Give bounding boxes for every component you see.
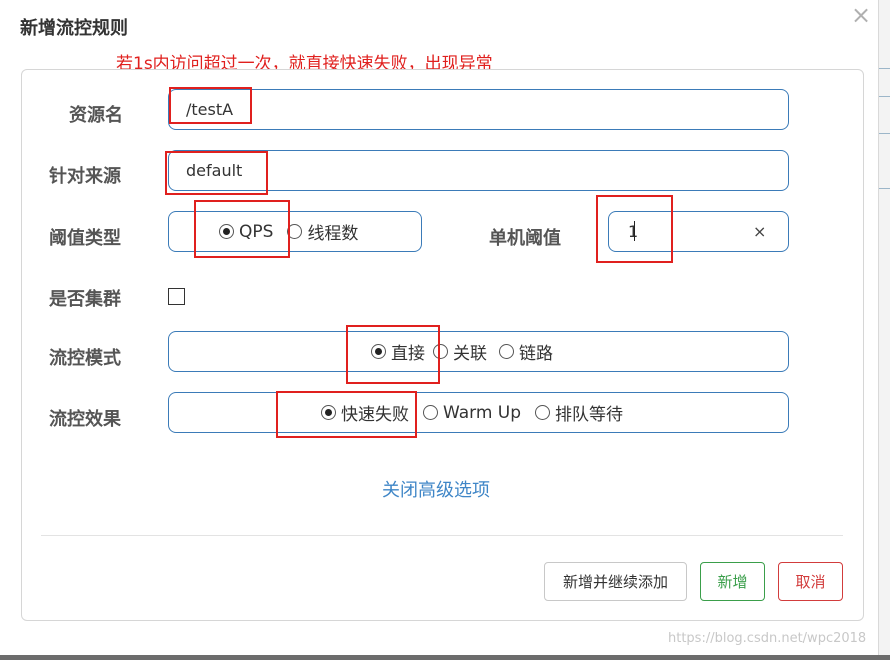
clear-icon[interactable]: ×	[753, 222, 766, 241]
footer-divider	[41, 535, 843, 536]
cluster-checkbox[interactable]	[168, 288, 185, 305]
radio-queue-label: 排队等待	[555, 405, 624, 425]
control-effect-label: 流控效果	[49, 409, 121, 430]
radio-warm-up[interactable]: Warm Up	[423, 403, 521, 423]
cluster-label: 是否集群	[49, 289, 121, 310]
radio-fail-fast-label: 快速失败	[341, 405, 409, 425]
toggle-advanced-link[interactable]: 关闭高级选项	[382, 476, 490, 502]
source-value: default	[186, 161, 243, 180]
threshold-type-group: QPS 线程数	[168, 211, 422, 252]
close-icon[interactable]: ×	[848, 2, 874, 28]
background-divider	[879, 96, 890, 97]
dialog-title: 新增流控规则	[20, 18, 128, 39]
add-and-continue-button[interactable]: 新增并继续添加	[544, 562, 687, 601]
radio-relate-label: 关联	[453, 344, 487, 364]
background-divider	[879, 188, 890, 189]
radio-chain[interactable]: 链路	[499, 339, 553, 364]
radio-qps-dot	[219, 224, 234, 239]
radio-fail-fast[interactable]: 快速失败	[321, 400, 409, 425]
background-divider	[879, 133, 890, 134]
cancel-button[interactable]: 取消	[778, 562, 843, 601]
radio-direct-label: 直接	[391, 344, 425, 364]
resource-input[interactable]: /testA	[168, 89, 789, 130]
background-page-strip	[878, 0, 890, 660]
radio-direct-dot	[371, 344, 386, 359]
source-label: 针对来源	[49, 166, 121, 187]
radio-fail-fast-dot	[321, 405, 336, 420]
control-mode-group: 直接 关联 链路	[168, 331, 789, 372]
radio-warm-up-dot	[423, 405, 438, 420]
resource-value: /testA	[186, 100, 234, 119]
radio-qps-label: QPS	[239, 221, 274, 242]
radio-queue-dot	[535, 405, 551, 420]
radio-queue[interactable]: 排队等待	[535, 400, 623, 425]
radio-threads-label: 线程数	[307, 224, 359, 244]
control-mode-label: 流控模式	[49, 348, 121, 369]
single-threshold-label: 单机阈值	[489, 228, 561, 249]
radio-threads-dot	[287, 224, 303, 239]
radio-direct[interactable]: 直接	[371, 339, 425, 364]
add-flow-rule-dialog: 新增流控规则 × 若1s内访问超过一次，就直接快速失败，出现异常 资源名 /te…	[0, 0, 878, 655]
radio-relate-dot	[433, 344, 448, 359]
radio-threads[interactable]: 线程数	[287, 219, 358, 244]
background-divider	[879, 68, 890, 69]
bottom-bar	[0, 655, 890, 660]
add-button[interactable]: 新增	[700, 562, 765, 601]
resource-label: 资源名	[69, 105, 123, 126]
radio-relate[interactable]: 关联	[433, 339, 487, 364]
text-caret	[634, 221, 635, 241]
control-effect-group: 快速失败 Warm Up 排队等待	[168, 392, 789, 433]
threshold-type-label: 阈值类型	[49, 228, 121, 249]
radio-qps[interactable]: QPS	[219, 222, 273, 242]
radio-chain-dot	[499, 344, 514, 359]
source-input[interactable]: default	[168, 150, 789, 191]
radio-warm-up-label: Warm Up	[443, 402, 522, 423]
watermark: https://blog.csdn.net/wpc2018	[668, 631, 867, 646]
radio-chain-label: 链路	[519, 344, 553, 364]
